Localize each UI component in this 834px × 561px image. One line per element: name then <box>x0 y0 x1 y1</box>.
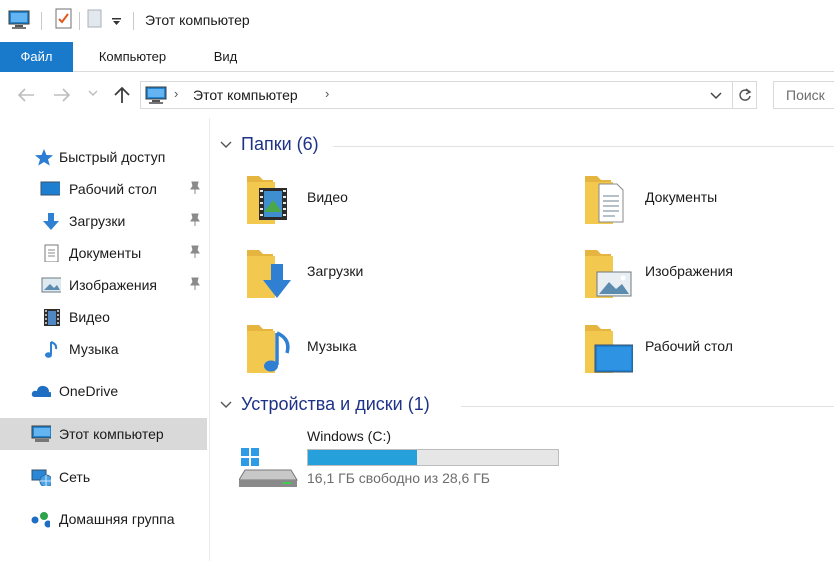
pin-icon[interactable] <box>188 245 202 259</box>
folder-video[interactable]: Видео <box>211 172 511 236</box>
sidebar-item-homegroup[interactable]: Домашняя группа <box>0 504 207 534</box>
onedrive-icon <box>31 385 51 397</box>
up-icon[interactable] <box>112 85 132 105</box>
sidebar-item-desktop[interactable]: Рабочий стол <box>0 174 207 204</box>
new-folder-icon[interactable] <box>87 8 103 30</box>
group-divider <box>461 406 834 407</box>
pin-icon[interactable] <box>188 277 202 291</box>
drive-usage-fill <box>308 450 418 465</box>
tab-view[interactable]: Вид <box>198 42 253 72</box>
toolbar-separator <box>133 12 134 30</box>
chevron-down-icon[interactable] <box>220 401 232 409</box>
pictures-folder-icon <box>585 250 632 298</box>
network-icon <box>31 469 51 486</box>
pictures-icon <box>41 277 61 293</box>
video-icon <box>44 309 60 326</box>
folders-group-title: Папки (6) <box>241 134 319 154</box>
documents-icon <box>44 244 59 262</box>
breadcrumb-chevron-icon[interactable]: › <box>174 86 178 101</box>
music-folder-icon <box>247 325 290 373</box>
sidebar-item-quick-access[interactable]: Быстрый доступ <box>0 142 207 172</box>
folder-music[interactable]: Музыка <box>211 321 511 385</box>
toolbar-separator <box>79 12 80 30</box>
drive-c[interactable]: Windows (C:) 16,1 ГБ свободно из 28,6 ГБ <box>235 424 635 494</box>
breadcrumb-this-pc[interactable]: Этот компьютер <box>193 87 298 103</box>
devices-group-header[interactable]: Устройства и диски (1) <box>211 394 834 418</box>
address-dropdown-icon[interactable] <box>710 92 722 100</box>
window-title: Этот компьютер <box>145 12 250 28</box>
recent-locations-icon[interactable] <box>88 90 98 98</box>
folder-pictures[interactable]: Изображения <box>549 246 834 310</box>
sidebar-item-documents[interactable]: Документы <box>0 238 207 268</box>
folder-downloads[interactable]: Загрузки <box>211 246 511 310</box>
computer-icon <box>31 425 51 442</box>
folder-documents[interactable]: Документы <box>549 172 834 236</box>
sidebar-item-this-pc[interactable]: Этот компьютер <box>0 418 207 450</box>
group-divider <box>333 146 834 147</box>
properties-icon[interactable] <box>54 8 74 30</box>
search-placeholder: Поиск <box>786 87 825 103</box>
video-folder-icon <box>247 176 287 224</box>
downloads-folder-icon <box>247 250 291 298</box>
hard-drive-icon <box>239 448 298 487</box>
devices-group-title: Устройства и диски (1) <box>241 394 430 414</box>
computer-icon <box>8 10 30 29</box>
star-icon <box>35 149 53 166</box>
chevron-down-icon[interactable] <box>220 141 232 149</box>
toolbar-separator <box>41 12 42 30</box>
tab-file[interactable]: Файл <box>0 42 73 72</box>
navigation-pane: Быстрый доступ Рабочий стол Загрузки Док… <box>0 118 210 561</box>
ribbon-tabs: Файл Компьютер Вид <box>0 42 834 72</box>
tab-computer[interactable]: Компьютер <box>80 42 185 72</box>
downloads-icon <box>43 213 59 230</box>
sidebar-item-video[interactable]: Видео <box>0 302 207 332</box>
pin-icon[interactable] <box>188 181 202 195</box>
sidebar-item-onedrive[interactable]: OneDrive <box>0 376 207 406</box>
drive-usage-bar <box>307 449 559 466</box>
forward-icon[interactable] <box>52 86 72 104</box>
address-bar[interactable]: › Этот компьютер › <box>140 81 733 109</box>
computer-icon <box>145 86 167 104</box>
customize-toolbar-icon[interactable] <box>111 8 123 30</box>
pin-icon[interactable] <box>188 213 202 227</box>
title-bar: Этот компьютер <box>0 0 834 42</box>
desktop-icon <box>40 181 60 196</box>
search-input[interactable]: Поиск <box>773 81 834 109</box>
drive-name: Windows (C:) <box>307 428 392 444</box>
sidebar-item-pictures[interactable]: Изображения <box>0 270 207 300</box>
refresh-button[interactable] <box>733 81 757 109</box>
sidebar-item-downloads[interactable]: Загрузки <box>0 206 207 236</box>
music-icon <box>45 341 58 358</box>
documents-folder-icon <box>585 176 624 224</box>
folders-group-header[interactable]: Папки (6) <box>211 134 834 158</box>
breadcrumb-chevron-icon[interactable]: › <box>325 86 329 101</box>
homegroup-icon <box>31 512 50 528</box>
sidebar-item-network[interactable]: Сеть <box>0 462 207 492</box>
content-pane: Папки (6) Видео Документы Загрузки Изобр… <box>211 118 834 561</box>
sidebar-item-music[interactable]: Музыка <box>0 334 207 364</box>
refresh-icon <box>738 88 751 101</box>
folder-desktop[interactable]: Рабочий стол <box>549 321 834 385</box>
drive-free-space: 16,1 ГБ свободно из 28,6 ГБ <box>307 470 490 486</box>
desktop-folder-icon <box>585 325 633 373</box>
back-icon[interactable] <box>16 86 36 104</box>
